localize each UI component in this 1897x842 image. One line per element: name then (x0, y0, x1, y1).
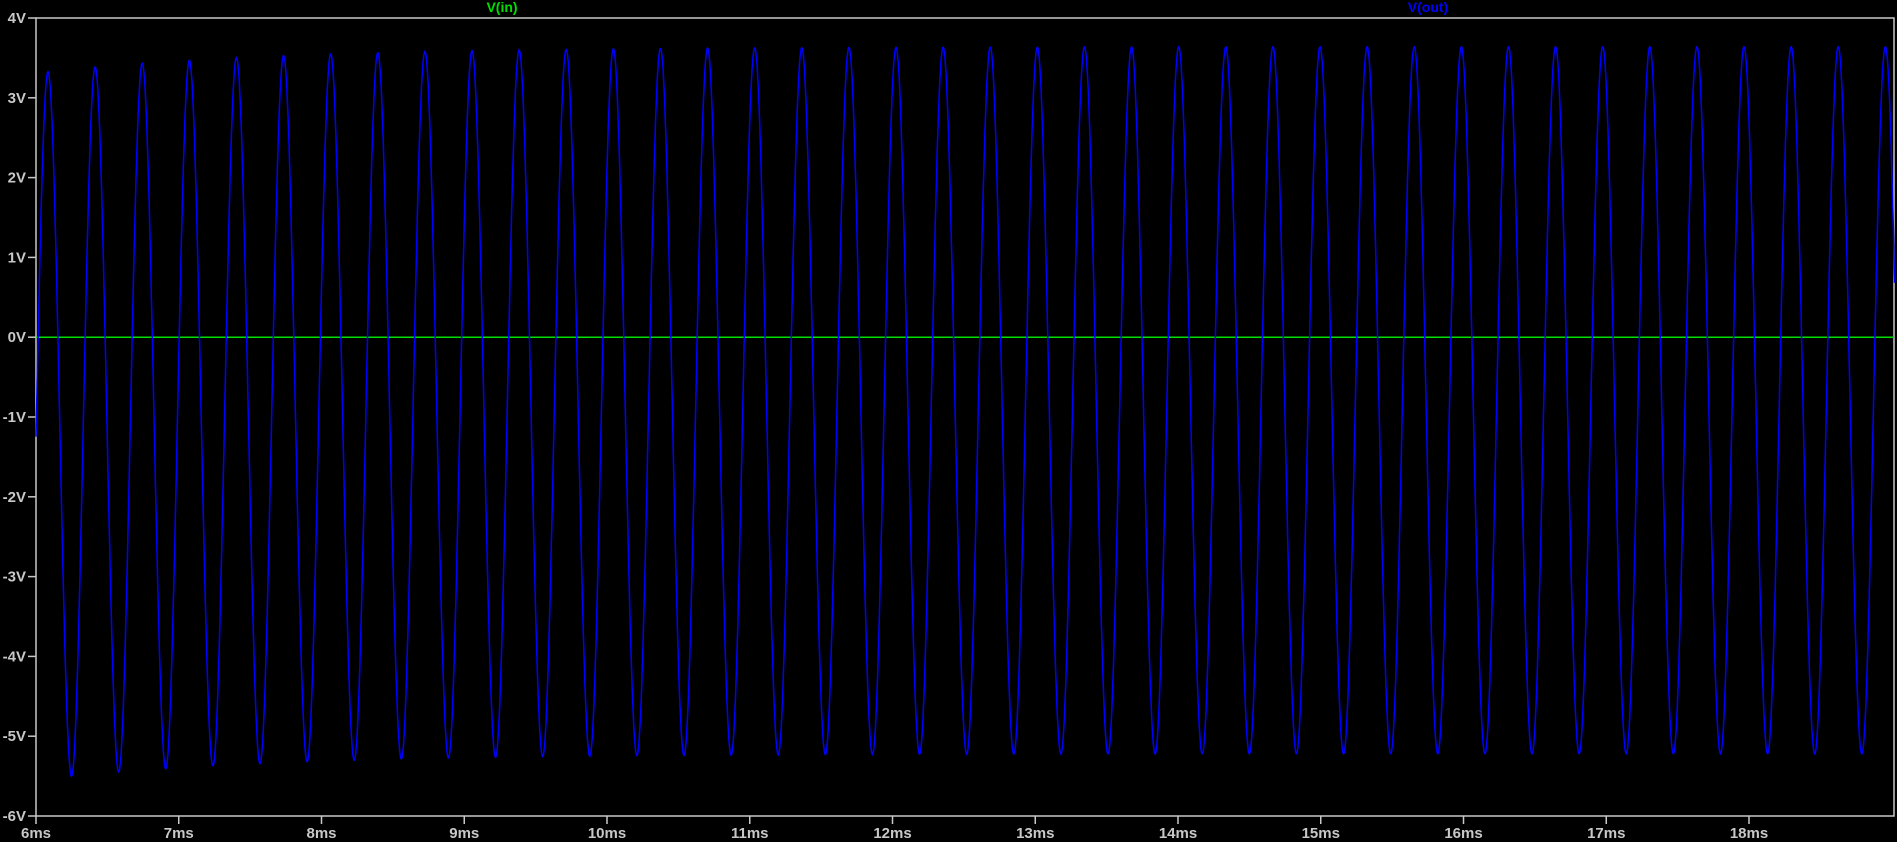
x-tick-label: 11ms (731, 825, 769, 842)
x-tick-label: 9ms (449, 825, 479, 842)
x-tick-label: 18ms (1730, 825, 1768, 842)
trace-label-v-in[interactable]: V(in) (486, 0, 517, 15)
y-tick-label: -2V (3, 489, 26, 506)
y-axis-ticks: 4V 3V 2V 1V 0V -1V -2V -3V -4V -5V -6V (3, 10, 36, 825)
y-tick-label: 0V (8, 329, 26, 346)
y-tick-label: -4V (3, 648, 26, 665)
x-tick-label: 14ms (1159, 825, 1197, 842)
x-axis-ticks: 6ms 7ms 8ms 9ms 10ms 11ms 12ms 13ms 14ms 15ms 16ms… (21, 816, 1768, 842)
y-tick-label: 4V (8, 10, 26, 27)
x-tick-label: 10ms (588, 825, 626, 842)
x-tick-label: 6ms (21, 825, 51, 842)
y-tick-label: -1V (3, 409, 26, 426)
x-tick-label: 12ms (873, 825, 911, 842)
x-tick-label: 15ms (1302, 825, 1340, 842)
x-tick-label: 16ms (1444, 825, 1482, 842)
trace-label-v-out[interactable]: V(out) (1408, 0, 1448, 15)
y-tick-label: -6V (3, 808, 26, 825)
x-tick-label: 8ms (306, 825, 336, 842)
x-tick-label: 13ms (1016, 825, 1054, 842)
y-tick-label: -3V (3, 569, 26, 586)
y-tick-label: 1V (8, 249, 26, 266)
series-line-v-out[interactable] (35, 45, 1896, 778)
x-tick-label: 17ms (1587, 825, 1625, 842)
waveform-plot: 4V 3V 2V 1V 0V -1V -2V -3V -4V -5V -6V 6ms 7ms 8ms 9m… (3, 0, 1896, 842)
y-tick-label: 3V (8, 90, 26, 107)
y-tick-label: 2V (8, 170, 26, 187)
x-tick-label: 7ms (164, 825, 194, 842)
y-tick-label: -5V (3, 728, 26, 745)
